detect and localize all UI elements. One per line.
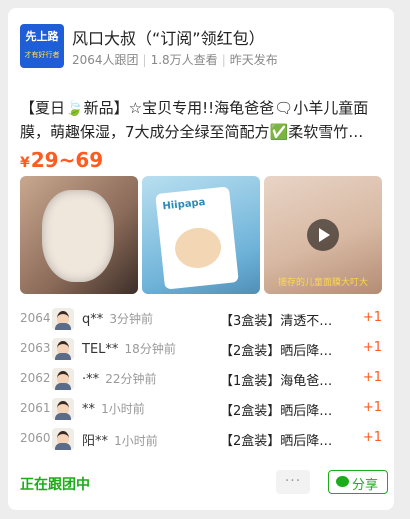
- seller-title[interactable]: 风口大叔（“订阅”领红包）: [72, 25, 265, 49]
- buyer-avatar: [52, 338, 74, 360]
- price-range: ¥29~69: [20, 148, 103, 172]
- product-image-package[interactable]: Hiipapa: [142, 176, 260, 294]
- order-number: 2061: [20, 401, 51, 415]
- posted-time: 昨天发布: [229, 53, 278, 67]
- order-item: 【3盒装】清透不…: [220, 314, 333, 329]
- followers-count: 2064人跟团: [72, 53, 139, 67]
- order-item: 【1盒装】海龟爸…: [220, 374, 333, 389]
- order-list: 2064 q** 3分钟前 【3盒装】清透不… +1 2063 TEL** 18…: [20, 304, 382, 454]
- order-time: 1小时前: [101, 402, 145, 416]
- seller-meta: 2064人跟团 | 1.8万人查看 | 昨天发布: [72, 51, 278, 68]
- play-icon[interactable]: [307, 219, 339, 251]
- buyer-avatar: [52, 308, 74, 330]
- order-item: 【2盒装】晒后降…: [220, 344, 333, 359]
- card-footer: 正在跟团中 ··· 分享: [20, 470, 388, 496]
- order-quantity: +1: [362, 430, 382, 445]
- share-label: 分享: [352, 478, 379, 493]
- buyer-name: TEL** 18分钟前: [82, 342, 176, 357]
- order-row: 2064 q** 3分钟前 【3盒装】清透不… +1: [20, 304, 382, 334]
- avatar-logo-text: 先上路: [25, 30, 59, 43]
- order-quantity: +1: [362, 400, 382, 415]
- order-row: 2062 ·** 22分钟前 【1盒装】海龟爸… +1: [20, 364, 382, 394]
- meta-divider: |: [221, 53, 226, 67]
- order-row: 2061 ** 1小时前 【2盒装】晒后降… +1: [20, 394, 382, 424]
- order-number: 2062: [20, 371, 51, 385]
- seller-avatar[interactable]: 先上路 才有好行者: [20, 24, 64, 68]
- group-status: 正在跟团中: [20, 477, 90, 493]
- order-number: 2060: [20, 431, 51, 445]
- buyer-avatar: [52, 398, 74, 420]
- order-item: 【2盒装】晒后降…: [220, 434, 333, 449]
- product-description[interactable]: 【夏日🍃新品】☆宝贝专用!!海龟爸爸🗨小羊儿童面膜，萌趣保湿，7大成分全绿至简配…: [20, 96, 382, 144]
- mask-illustration: [42, 190, 114, 282]
- order-time: 22分钟前: [105, 372, 157, 386]
- seller-header[interactable]: 先上路 才有好行者 风口大叔（“订阅”领红包） 2064人跟团 | 1.8万人查看 |…: [20, 24, 380, 68]
- buyer-name: 阳** 1小时前: [82, 434, 158, 449]
- order-quantity: +1: [362, 340, 382, 355]
- package-brand: Hiipapa: [161, 196, 206, 213]
- order-time: 18分钟前: [124, 342, 176, 356]
- order-number: 2063: [20, 341, 51, 355]
- group-buy-card[interactable]: 先上路 才有好行者 风口大叔（“订阅”领红包） 2064人跟团 | 1.8万人查看 |…: [8, 8, 394, 510]
- meta-divider: |: [142, 53, 147, 67]
- buyer-name: q** 3分钟前: [82, 312, 154, 327]
- buyer-avatar: [52, 368, 74, 390]
- order-quantity: +1: [362, 310, 382, 325]
- avatar-logo-subtext: 才有好行者: [24, 51, 60, 59]
- order-row: 2060 阳** 1小时前 【2盒装】晒后降… +1: [20, 424, 382, 454]
- currency-symbol: ¥: [20, 155, 30, 171]
- buyer-name: ** 1小时前: [82, 402, 145, 417]
- order-item: 【2盒装】晒后降…: [220, 404, 333, 419]
- wechat-icon: [336, 476, 349, 487]
- order-time: 1小时前: [114, 434, 158, 448]
- cartoon-face: [173, 225, 224, 271]
- share-button[interactable]: 分享: [328, 470, 388, 494]
- order-number: 2064: [20, 311, 51, 325]
- product-image-mask[interactable]: [20, 176, 138, 294]
- order-time: 3分钟前: [109, 312, 154, 326]
- product-video[interactable]: 搓存的儿童面膜大叮大: [264, 176, 382, 294]
- package-illustration: Hiipapa: [155, 186, 239, 290]
- video-caption: 搓存的儿童面膜大叮大: [277, 278, 368, 288]
- price-value: 29~69: [30, 148, 104, 172]
- more-button[interactable]: ···: [276, 470, 310, 494]
- buyer-avatar: [52, 428, 74, 450]
- order-quantity: +1: [362, 370, 382, 385]
- more-icon: ···: [284, 473, 302, 489]
- order-row: 2063 TEL** 18分钟前 【2盒装】晒后降… +1: [20, 334, 382, 364]
- views-count: 1.8万人查看: [150, 53, 218, 67]
- product-gallery: Hiipapa 搓存的儿童面膜大叮大: [20, 176, 382, 294]
- buyer-name: ·** 22分钟前: [82, 372, 157, 387]
